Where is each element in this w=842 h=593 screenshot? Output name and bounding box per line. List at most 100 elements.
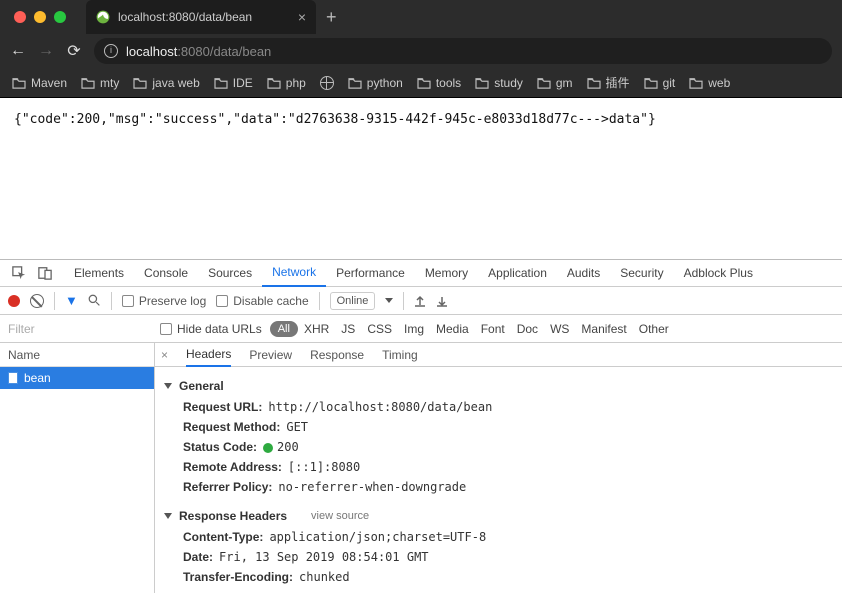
- upload-har-icon[interactable]: [414, 295, 426, 307]
- bookmark-item[interactable]: java web: [133, 76, 199, 90]
- close-tab-icon[interactable]: ×: [298, 9, 306, 25]
- filter-type-font[interactable]: Font: [475, 322, 511, 336]
- inspect-element-icon[interactable]: [12, 266, 26, 280]
- request-url-value: http://localhost:8080/data/bean: [268, 400, 492, 414]
- disable-cache-label: Disable cache: [233, 294, 308, 308]
- request-list: Name bean: [0, 343, 155, 593]
- folder-icon: [348, 77, 362, 89]
- bookmark-item[interactable]: web: [689, 76, 730, 90]
- devtools-tab-memory[interactable]: Memory: [415, 260, 478, 287]
- general-header[interactable]: General: [165, 375, 832, 397]
- view-source-link[interactable]: view source: [311, 510, 369, 522]
- detail-tab-timing[interactable]: Timing: [382, 343, 418, 367]
- bookmark-item[interactable]: study: [475, 76, 523, 90]
- disclosure-triangle-icon: [164, 383, 172, 389]
- device-toolbar-icon[interactable]: [38, 266, 52, 280]
- bookmark-item[interactable]: mty: [81, 76, 119, 90]
- request-detail: × Headers Preview Response Timing General R…: [155, 343, 842, 593]
- tab-title: localhost:8080/data/bean: [118, 10, 290, 24]
- filter-type-manifest[interactable]: Manifest: [575, 322, 632, 336]
- browser-tab[interactable]: localhost:8080/data/bean ×: [86, 0, 316, 34]
- close-detail-icon[interactable]: ×: [161, 348, 172, 362]
- request-method-value: GET: [286, 420, 308, 434]
- bookmark-item[interactable]: tools: [417, 76, 461, 90]
- filter-type-js[interactable]: JS: [335, 322, 361, 336]
- filter-type-other[interactable]: Other: [633, 322, 675, 336]
- filter-toggle-icon[interactable]: ▼: [65, 293, 78, 308]
- bookmark-label: study: [494, 76, 523, 90]
- devtools-tab-application[interactable]: Application: [478, 260, 557, 287]
- folder-icon: [644, 77, 658, 89]
- response-headers-header[interactable]: Response Headersview source: [165, 505, 832, 527]
- filter-input[interactable]: Filter: [0, 322, 160, 336]
- bookmark-label: mty: [100, 76, 119, 90]
- devtools-tab-sources[interactable]: Sources: [198, 260, 262, 287]
- filter-all-pill[interactable]: All: [270, 321, 298, 337]
- hide-data-urls-label: Hide data URLs: [177, 322, 262, 336]
- disclosure-triangle-icon: [164, 513, 172, 519]
- bookmark-item[interactable]: git: [644, 76, 676, 90]
- record-button[interactable]: [8, 295, 20, 307]
- network-toolbar: ▼ Preserve log Disable cache Online: [0, 287, 842, 315]
- request-list-header[interactable]: Name: [0, 343, 154, 367]
- devtools-tab-performance[interactable]: Performance: [326, 260, 415, 287]
- close-window-button[interactable]: [14, 11, 26, 23]
- bookmark-item[interactable]: python: [348, 76, 403, 90]
- devtools-panel: ElementsConsoleSourcesNetworkPerformance…: [0, 259, 842, 593]
- request-name: bean: [24, 371, 51, 385]
- detail-tab-headers[interactable]: Headers: [186, 343, 231, 367]
- response-body-text: {"code":200,"msg":"success","data":"d276…: [14, 112, 656, 127]
- bookmark-item[interactable]: [320, 76, 334, 90]
- content-type-key: Content-Type:: [183, 530, 263, 544]
- preserve-log-checkbox[interactable]: Preserve log: [122, 294, 206, 308]
- devtools-tab-elements[interactable]: Elements: [64, 260, 134, 287]
- folder-icon: [81, 77, 95, 89]
- back-button[interactable]: ←: [10, 42, 26, 60]
- minimize-window-button[interactable]: [34, 11, 46, 23]
- disable-cache-checkbox[interactable]: Disable cache: [216, 294, 308, 308]
- page-content: {"code":200,"msg":"success","data":"d276…: [0, 98, 842, 259]
- filter-type-doc[interactable]: Doc: [511, 322, 544, 336]
- bookmark-label: IDE: [233, 76, 253, 90]
- site-info-icon[interactable]: i: [104, 44, 118, 58]
- bookmark-item[interactable]: 插件: [587, 74, 630, 91]
- document-icon: [8, 372, 18, 384]
- bookmark-item[interactable]: IDE: [214, 76, 253, 90]
- filter-type-ws[interactable]: WS: [544, 322, 575, 336]
- filter-type-img[interactable]: Img: [398, 322, 430, 336]
- hide-data-urls-checkbox[interactable]: Hide data URLs: [160, 322, 262, 336]
- throttle-select[interactable]: Online: [330, 292, 376, 310]
- filter-type-media[interactable]: Media: [430, 322, 475, 336]
- reload-button[interactable]: ⟳: [66, 41, 82, 61]
- folder-icon: [12, 77, 26, 89]
- maximize-window-button[interactable]: [54, 11, 66, 23]
- folder-icon: [537, 77, 551, 89]
- throttle-dropdown-icon[interactable]: [385, 298, 393, 303]
- url-text: localhost:8080/data/bean: [126, 44, 271, 59]
- clear-button[interactable]: [30, 294, 44, 308]
- search-icon[interactable]: [88, 294, 101, 307]
- address-bar[interactable]: i localhost:8080/data/bean: [94, 38, 832, 64]
- remote-address-key: Remote Address:: [183, 460, 282, 474]
- devtools-tab-console[interactable]: Console: [134, 260, 198, 287]
- download-har-icon[interactable]: [436, 295, 448, 307]
- detail-tab-response[interactable]: Response: [310, 343, 364, 367]
- devtools-tab-audits[interactable]: Audits: [557, 260, 610, 287]
- devtools-tab-security[interactable]: Security: [610, 260, 673, 287]
- devtools-tab-network[interactable]: Network: [262, 260, 326, 287]
- filter-type-xhr[interactable]: XHR: [298, 322, 335, 336]
- request-row[interactable]: bean: [0, 367, 154, 389]
- new-tab-button[interactable]: +: [316, 7, 347, 28]
- filter-type-css[interactable]: CSS: [361, 322, 398, 336]
- forward-button[interactable]: →: [38, 42, 54, 60]
- devtools-tab-adblock-plus[interactable]: Adblock Plus: [674, 260, 763, 287]
- bookmark-item[interactable]: php: [267, 76, 306, 90]
- bookmark-item[interactable]: Maven: [12, 76, 67, 90]
- preserve-log-label: Preserve log: [139, 294, 206, 308]
- status-code-value: 200: [263, 440, 299, 454]
- spring-favicon-icon: [96, 10, 110, 24]
- bookmark-item[interactable]: gm: [537, 76, 573, 90]
- date-value: Fri, 13 Sep 2019 08:54:01 GMT: [219, 550, 429, 564]
- detail-tab-preview[interactable]: Preview: [249, 343, 292, 367]
- devtools-tabs: ElementsConsoleSourcesNetworkPerformance…: [0, 260, 842, 287]
